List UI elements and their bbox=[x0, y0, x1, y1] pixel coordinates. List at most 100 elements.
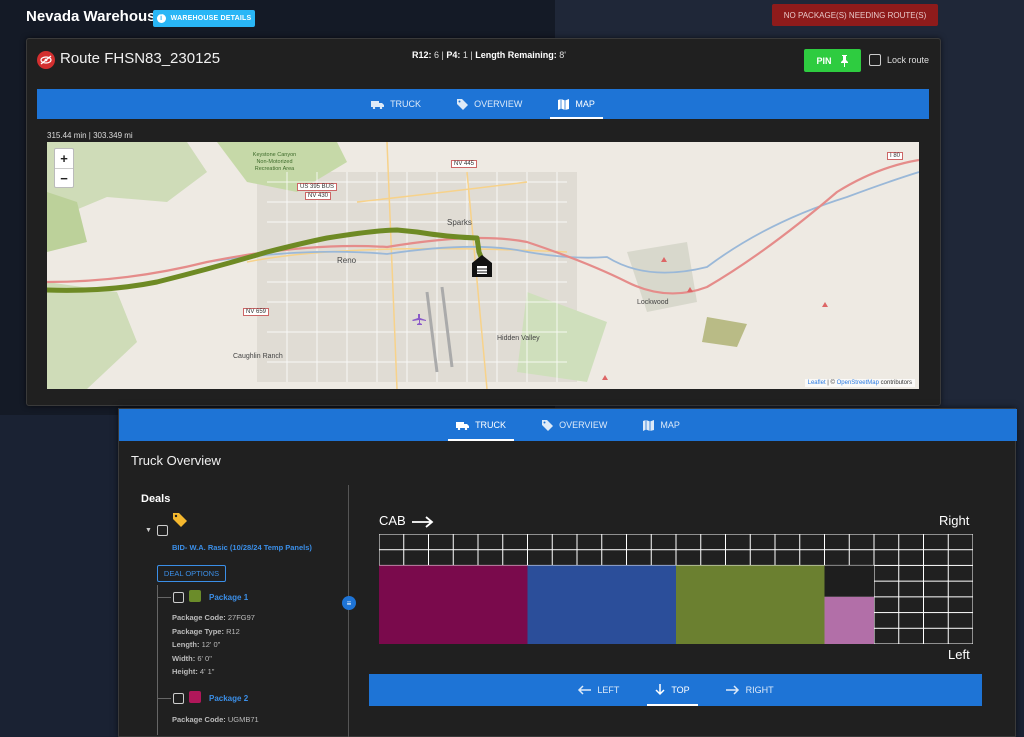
packages-needing-route-button[interactable]: NO PACKAGE(S) NEEDING ROUTE(S) bbox=[772, 4, 938, 26]
grid-cell[interactable] bbox=[602, 534, 626, 550]
tab-overview[interactable]: OVERVIEW bbox=[449, 89, 530, 119]
grid-cell[interactable] bbox=[453, 534, 478, 550]
grid-cell[interactable] bbox=[404, 534, 428, 550]
grid-cell[interactable] bbox=[849, 550, 874, 565]
grid-cell[interactable] bbox=[874, 581, 899, 597]
view-top-tab[interactable]: TOP bbox=[647, 674, 699, 706]
grid-cell[interactable] bbox=[924, 628, 948, 644]
grid-cell[interactable] bbox=[676, 534, 701, 550]
leaflet-link[interactable]: Leaflet bbox=[808, 380, 826, 386]
tab-map[interactable]: MAP bbox=[550, 89, 603, 119]
grid-cell[interactable] bbox=[800, 550, 824, 565]
grid-cell[interactable] bbox=[379, 550, 404, 565]
grid-cell[interactable] bbox=[429, 550, 453, 565]
zoom-in-button[interactable]: + bbox=[55, 149, 73, 168]
osm-link[interactable]: OpenStreetMap bbox=[837, 380, 879, 386]
placed-package-block[interactable] bbox=[824, 596, 875, 644]
zoom-out-button[interactable]: − bbox=[55, 168, 73, 187]
tab-truck[interactable]: TRUCK bbox=[448, 409, 515, 441]
placed-package-block[interactable] bbox=[527, 565, 677, 644]
grid-cell[interactable] bbox=[602, 550, 626, 565]
grid-cell[interactable] bbox=[924, 597, 948, 613]
grid-cell[interactable] bbox=[874, 534, 899, 550]
grid-cell[interactable] bbox=[627, 550, 651, 565]
grid-cell[interactable] bbox=[874, 565, 899, 581]
grid-cell[interactable] bbox=[478, 534, 503, 550]
grid-cell[interactable] bbox=[948, 597, 973, 613]
grid-cell[interactable] bbox=[404, 550, 428, 565]
tab-map[interactable]: MAP bbox=[635, 409, 688, 441]
grid-cell[interactable] bbox=[825, 550, 849, 565]
grid-cell[interactable] bbox=[379, 534, 404, 550]
grid-cell[interactable] bbox=[577, 534, 602, 550]
grid-cell[interactable] bbox=[924, 613, 948, 628]
deal-options-button[interactable]: DEAL OPTIONS bbox=[157, 565, 226, 582]
grid-cell[interactable] bbox=[948, 534, 973, 550]
route-map[interactable]: + − Reno Sparks Hidden Valley Lockwood C… bbox=[47, 142, 919, 389]
grid-cell[interactable] bbox=[874, 597, 899, 613]
grid-cell[interactable] bbox=[676, 550, 701, 565]
grid-cell[interactable] bbox=[899, 565, 923, 581]
warehouse-details-button[interactable]: i WAREHOUSE DETAILS bbox=[153, 10, 255, 27]
grid-cell[interactable] bbox=[924, 534, 948, 550]
package-checkbox[interactable] bbox=[173, 592, 184, 603]
grid-cell[interactable] bbox=[651, 534, 676, 550]
grid-cell[interactable] bbox=[899, 534, 923, 550]
deal-name-link[interactable]: BID- W.A. Rasic (10/28/24 Temp Panels) bbox=[172, 543, 312, 552]
grid-cell[interactable] bbox=[874, 613, 899, 628]
lock-route-checkbox[interactable] bbox=[869, 54, 881, 66]
truck-bed-grid[interactable] bbox=[379, 534, 973, 644]
grid-cell[interactable] bbox=[948, 581, 973, 597]
grid-cell[interactable] bbox=[726, 550, 750, 565]
package-checkbox[interactable] bbox=[173, 693, 184, 704]
grid-cell[interactable] bbox=[775, 550, 800, 565]
grid-cell[interactable] bbox=[899, 628, 923, 644]
grid-cell[interactable] bbox=[478, 550, 503, 565]
panel-resize-handle[interactable]: ≡ bbox=[342, 596, 356, 610]
expand-toggle-icon[interactable]: ▼ bbox=[145, 527, 152, 534]
grid-cell[interactable] bbox=[924, 550, 948, 565]
grid-cell[interactable] bbox=[948, 565, 973, 581]
grid-cell[interactable] bbox=[924, 565, 948, 581]
placed-package-block[interactable] bbox=[379, 565, 528, 644]
package-name-link[interactable]: Package 2 bbox=[209, 694, 248, 703]
pin-button[interactable]: PIN bbox=[804, 49, 861, 72]
grid-cell[interactable] bbox=[429, 534, 453, 550]
placed-package-block[interactable] bbox=[676, 565, 825, 644]
grid-cell[interactable] bbox=[453, 550, 478, 565]
grid-cell[interactable] bbox=[899, 613, 923, 628]
view-left-tab[interactable]: LEFT bbox=[569, 674, 627, 706]
grid-cell[interactable] bbox=[552, 534, 577, 550]
grid-cell[interactable] bbox=[948, 628, 973, 644]
grid-cell[interactable] bbox=[874, 628, 899, 644]
grid-cell[interactable] bbox=[750, 534, 775, 550]
grid-cell[interactable] bbox=[849, 534, 874, 550]
grid-cell[interactable] bbox=[825, 534, 849, 550]
grid-cell[interactable] bbox=[552, 550, 577, 565]
grid-cell[interactable] bbox=[651, 550, 676, 565]
grid-cell[interactable] bbox=[503, 534, 527, 550]
view-right-tab[interactable]: RIGHT bbox=[718, 674, 782, 706]
grid-cell[interactable] bbox=[577, 550, 602, 565]
grid-cell[interactable] bbox=[503, 550, 527, 565]
deal-checkbox[interactable] bbox=[157, 525, 168, 536]
grid-cell[interactable] bbox=[948, 550, 973, 565]
grid-cell[interactable] bbox=[924, 581, 948, 597]
grid-cell[interactable] bbox=[800, 534, 824, 550]
grid-cell[interactable] bbox=[874, 550, 899, 565]
grid-cell[interactable] bbox=[948, 613, 973, 628]
grid-cell[interactable] bbox=[726, 534, 750, 550]
grid-cell[interactable] bbox=[775, 534, 800, 550]
grid-cell[interactable] bbox=[899, 581, 923, 597]
tab-overview[interactable]: OVERVIEW bbox=[534, 409, 615, 441]
grid-cell[interactable] bbox=[701, 534, 725, 550]
lock-route-toggle[interactable]: Lock route bbox=[869, 54, 929, 66]
package-name-link[interactable]: Package 1 bbox=[209, 593, 248, 602]
grid-cell[interactable] bbox=[627, 534, 651, 550]
placed-package-block[interactable] bbox=[824, 565, 875, 597]
grid-cell[interactable] bbox=[528, 550, 552, 565]
tab-truck[interactable]: TRUCK bbox=[363, 89, 429, 119]
grid-cell[interactable] bbox=[750, 550, 775, 565]
grid-cell[interactable] bbox=[899, 550, 923, 565]
grid-cell[interactable] bbox=[899, 597, 923, 613]
